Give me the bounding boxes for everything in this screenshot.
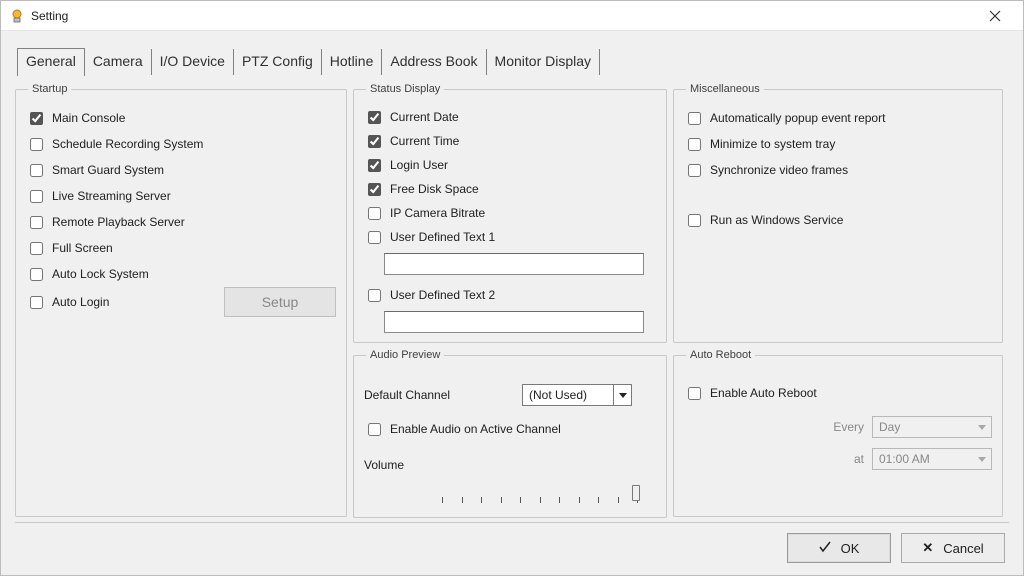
chk-current-date[interactable] [368, 111, 381, 124]
group-status-legend: Status Display [366, 83, 444, 95]
group-startup-legend: Startup [28, 83, 71, 95]
tab-io-device[interactable]: I/O Device [152, 49, 234, 75]
combo-every: Day [872, 416, 992, 438]
group-audio-legend: Audio Preview [366, 349, 444, 361]
lbl-udt1: User Defined Text 1 [390, 230, 495, 244]
chevron-down-icon [613, 385, 631, 405]
chk-smart-guard[interactable] [30, 164, 43, 177]
lbl-login-user: Login User [390, 158, 448, 172]
lbl-run-service: Run as Windows Service [710, 213, 843, 227]
lbl-remote-playback: Remote Playback Server [52, 215, 185, 229]
input-udt2[interactable] [384, 311, 644, 333]
combo-at-value: 01:00 AM [879, 452, 930, 466]
lbl-enable-auto-reboot: Enable Auto Reboot [710, 386, 817, 400]
group-startup: Startup Main Console Schedule Recording … [15, 83, 347, 517]
cancel-label: Cancel [943, 541, 983, 556]
chk-auto-lock[interactable] [30, 268, 43, 281]
lbl-ipcam-bitrate: IP Camera Bitrate [390, 206, 485, 220]
chk-enable-auto-reboot[interactable] [688, 387, 701, 400]
chk-login-user[interactable] [368, 159, 381, 172]
lbl-default-channel: Default Channel [364, 388, 514, 402]
input-udt1[interactable] [384, 253, 644, 275]
app-icon [9, 8, 25, 24]
group-misc-legend: Miscellaneous [686, 83, 764, 95]
combo-default-channel[interactable]: (Not Used) [522, 384, 632, 406]
chk-minimize-tray[interactable] [688, 138, 701, 151]
chk-run-service[interactable] [688, 214, 701, 227]
ok-label: OK [841, 541, 860, 556]
chk-udt2[interactable] [368, 289, 381, 302]
lbl-current-time: Current Time [390, 134, 459, 148]
chk-auto-popup-report[interactable] [688, 112, 701, 125]
volume-slider[interactable] [442, 483, 638, 507]
chevron-down-icon [973, 417, 991, 437]
tab-bar: General Camera I/O Device PTZ Config Hot… [1, 31, 1023, 75]
chk-sync-frames[interactable] [688, 164, 701, 177]
titlebar: Setting [1, 1, 1023, 31]
dialog-button-row: OK ✕ Cancel [787, 533, 1005, 563]
tab-camera[interactable]: Camera [85, 49, 152, 75]
chk-live-streaming[interactable] [30, 190, 43, 203]
cancel-button[interactable]: ✕ Cancel [901, 533, 1005, 563]
tab-hotline[interactable]: Hotline [322, 49, 383, 75]
lbl-sync-frames: Synchronize video frames [710, 163, 848, 177]
check-icon [819, 541, 831, 556]
chevron-down-icon [973, 449, 991, 469]
lbl-schedule-recording: Schedule Recording System [52, 137, 203, 151]
group-miscellaneous: Miscellaneous Automatically popup event … [673, 83, 1003, 343]
combo-default-channel-value: (Not Used) [529, 388, 587, 402]
ok-button[interactable]: OK [787, 533, 891, 563]
combo-at-time: 01:00 AM [872, 448, 992, 470]
group-auto-reboot: Auto Reboot Enable Auto Reboot Every Day… [673, 349, 1003, 517]
content-area: Startup Main Console Schedule Recording … [1, 75, 1023, 525]
tab-general[interactable]: General [17, 48, 85, 76]
chk-udt1[interactable] [368, 231, 381, 244]
lbl-auto-popup-report: Automatically popup event report [710, 111, 885, 125]
combo-every-value: Day [879, 420, 900, 434]
chk-free-disk[interactable] [368, 183, 381, 196]
lbl-auto-login: Auto Login [52, 295, 109, 309]
lbl-enable-audio-active: Enable Audio on Active Channel [390, 422, 561, 436]
slider-thumb[interactable] [632, 485, 640, 501]
chk-full-screen[interactable] [30, 242, 43, 255]
group-status-display: Status Display Current Date Current Time… [353, 83, 667, 343]
lbl-live-streaming: Live Streaming Server [52, 189, 171, 203]
tab-address-book[interactable]: Address Book [382, 49, 486, 75]
chk-auto-login[interactable] [30, 296, 43, 309]
lbl-current-date: Current Date [390, 110, 459, 124]
chk-enable-audio-active[interactable] [368, 423, 381, 436]
group-autoreboot-legend: Auto Reboot [686, 349, 755, 361]
divider [15, 522, 1009, 523]
lbl-every: Every [833, 420, 864, 434]
lbl-main-console: Main Console [52, 111, 125, 125]
group-audio-preview: Audio Preview Default Channel (Not Used)… [353, 349, 667, 518]
lbl-volume: Volume [364, 458, 404, 472]
window-close-button[interactable] [975, 2, 1015, 30]
lbl-at: at [854, 452, 864, 466]
chk-schedule-recording[interactable] [30, 138, 43, 151]
chk-current-time[interactable] [368, 135, 381, 148]
chk-ipcam-bitrate[interactable] [368, 207, 381, 220]
close-icon [989, 10, 1001, 22]
chk-main-console[interactable] [30, 112, 43, 125]
lbl-auto-lock: Auto Lock System [52, 267, 149, 281]
lbl-full-screen: Full Screen [52, 241, 113, 255]
lbl-udt2: User Defined Text 2 [390, 288, 495, 302]
tab-monitor-display[interactable]: Monitor Display [487, 49, 600, 75]
lbl-smart-guard: Smart Guard System [52, 163, 164, 177]
x-icon: ✕ [922, 540, 933, 556]
window-title: Setting [31, 9, 68, 23]
tab-ptz-config[interactable]: PTZ Config [234, 49, 322, 75]
lbl-free-disk: Free Disk Space [390, 182, 479, 196]
chk-remote-playback[interactable] [30, 216, 43, 229]
lbl-minimize-tray: Minimize to system tray [710, 137, 835, 151]
setup-button[interactable]: Setup [224, 287, 336, 317]
